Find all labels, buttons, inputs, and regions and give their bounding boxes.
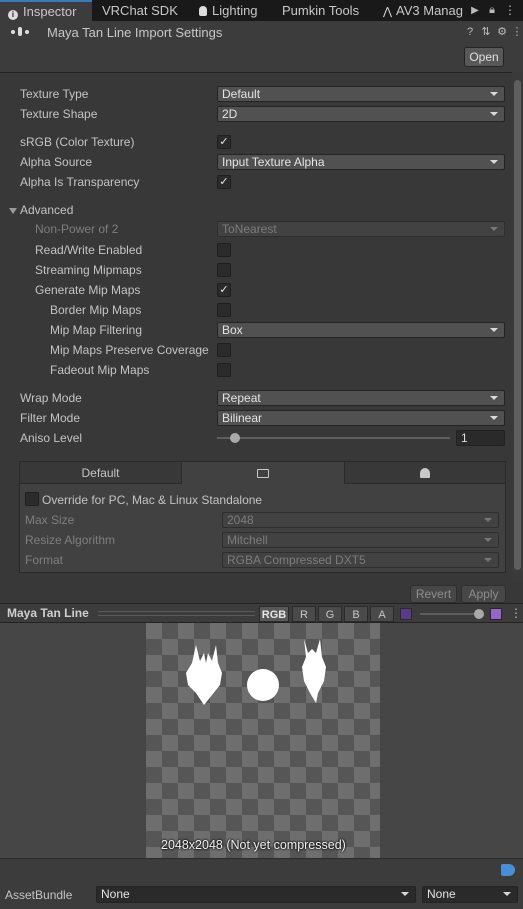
mipmap-filtering-dropdown[interactable]: Box	[217, 322, 505, 338]
mip-level-slider-track[interactable]	[420, 613, 482, 615]
generate-mipmaps-label: Generate Mip Maps	[35, 283, 141, 297]
platform-settings-panel: Default Override for PC, Mac & Linux Sta…	[19, 461, 506, 573]
resize-algorithm-dropdown: Mitchell	[222, 532, 499, 548]
format-dropdown: RGBA Compressed DXT5	[222, 552, 499, 568]
channel-b-button[interactable]: B	[344, 606, 368, 622]
srgb-checkbox[interactable]: ✓	[217, 135, 231, 149]
tabs-scroll-right-icon[interactable]: ▶	[468, 0, 482, 21]
advanced-foldout-label[interactable]: Advanced	[20, 203, 73, 217]
preset-icon[interactable]: ⇅	[480, 26, 492, 38]
apply-button[interactable]: Apply	[461, 585, 506, 603]
alpha-source-label: Alpha Source	[20, 155, 93, 169]
streaming-mipmaps-label: Streaming Mipmaps	[35, 263, 142, 277]
max-size-label: Max Size	[25, 513, 75, 527]
srgb-label: sRGB (Color Texture)	[20, 135, 135, 149]
texture-type-label: Texture Type	[20, 87, 89, 101]
help-icon[interactable]: ?	[464, 26, 476, 38]
preserve-coverage-label: Mip Maps Preserve Coverage	[50, 343, 209, 357]
aniso-level-slider-track[interactable]	[217, 437, 450, 439]
texture-preview-checkerboard: 2048x2048 (Not yet compressed)	[146, 623, 380, 858]
generate-mipmaps-checkbox[interactable]: ✓	[217, 283, 231, 297]
border-mipmaps-label: Border Mip Maps	[50, 303, 142, 317]
alpha-transparency-label: Alpha Is Transparency	[20, 175, 140, 189]
wrap-mode-dropdown[interactable]: Repeat	[217, 390, 505, 406]
fadeout-mipmaps-label: Fadeout Mip Maps	[50, 363, 150, 377]
assetbundle-bar: AssetBundle None None	[0, 858, 523, 909]
border-mipmaps-checkbox[interactable]	[217, 303, 231, 317]
texture-shape-label: Texture Shape	[20, 107, 98, 121]
aniso-level-label: Aniso Level	[20, 431, 83, 445]
streaming-mipmaps-checkbox[interactable]	[217, 263, 231, 277]
info-icon: i	[8, 10, 18, 20]
inspector-header: Maya Tan Line Import Settings ? ⇅ ⚙ ⋮ Op…	[0, 21, 523, 73]
page-title: Maya Tan Line Import Settings	[47, 25, 223, 40]
tab-inspector[interactable]: i Inspector	[0, 0, 92, 21]
preview-toolbar: Maya Tan Line RGB R G B A ⋮	[0, 603, 523, 623]
tab-vrchat-sdk[interactable]: VRChat SDK	[102, 0, 190, 21]
assetbundle-variant-dropdown[interactable]: None	[422, 886, 518, 903]
filter-mode-label: Filter Mode	[20, 411, 81, 425]
android-icon	[420, 468, 430, 478]
monitor-icon	[257, 469, 269, 478]
preserve-coverage-checkbox[interactable]	[217, 343, 231, 357]
alpha-source-dropdown[interactable]: Input Texture Alpha	[217, 154, 505, 170]
non-power-of-2-dropdown: ToNearest	[217, 221, 505, 237]
inspector-scrollbar[interactable]	[512, 72, 523, 582]
tab-platform-standalone[interactable]	[182, 462, 345, 484]
revert-button[interactable]: Revert	[410, 585, 457, 603]
read-write-checkbox[interactable]	[217, 243, 231, 257]
preview-title: Maya Tan Line	[7, 606, 89, 620]
tab-platform-default[interactable]: Default	[20, 462, 182, 484]
non-power-of-2-label: Non-Power of 2	[35, 222, 119, 236]
scrollbar-thumb[interactable]	[514, 80, 521, 570]
override-standalone-checkbox[interactable]	[25, 492, 39, 506]
alpha-transparency-checkbox[interactable]: ✓	[217, 175, 231, 189]
window-tab-bar: i Inspector VRChat SDK Lighting Pumkin To…	[0, 0, 523, 21]
override-standalone-label: Override for PC, Mac & Linux Standalone	[42, 493, 263, 507]
max-size-dropdown: 2048	[222, 512, 499, 528]
preview-menu-icon[interactable]: ⋮	[510, 606, 522, 620]
bulb-icon	[199, 6, 207, 16]
texture-preview: 2048x2048 (Not yet compressed)	[0, 623, 523, 858]
assetbundle-label: AssetBundle	[5, 888, 73, 902]
aniso-level-input[interactable]: 1	[456, 430, 505, 446]
aniso-level-slider-thumb[interactable]	[230, 433, 240, 443]
more-options-icon[interactable]: ⋮	[511, 26, 523, 38]
asset-type-icon	[11, 27, 35, 37]
channel-g-button[interactable]: G	[318, 606, 342, 622]
channel-rgb-button[interactable]: RGB	[259, 606, 289, 622]
format-label: Format	[25, 553, 64, 567]
wrap-mode-label: Wrap Mode	[20, 391, 82, 405]
filter-mode-dropdown[interactable]: Bilinear	[217, 410, 505, 426]
tab-platform-android[interactable]	[345, 462, 505, 484]
texture-shapes-image	[186, 639, 326, 705]
advanced-foldout-arrow-icon[interactable]	[9, 208, 17, 214]
window-menu-icon[interactable]: ⋮	[503, 0, 517, 21]
resize-algorithm-label: Resize Algorithm	[25, 533, 116, 547]
fadeout-mipmaps-checkbox[interactable]	[217, 363, 231, 377]
channel-a-button[interactable]: A	[370, 606, 394, 622]
mip-large-icon	[490, 608, 502, 620]
tab-lighting[interactable]: Lighting	[196, 0, 274, 21]
mip-small-icon	[400, 608, 412, 620]
texture-type-dropdown[interactable]: Default	[217, 86, 505, 102]
channel-r-button[interactable]: R	[292, 606, 316, 622]
gear-icon[interactable]: ⚙	[496, 26, 508, 38]
tag-icon[interactable]	[501, 864, 515, 876]
preview-info-label: 2048x2048 (Not yet compressed)	[161, 838, 346, 852]
av3-icon: ⋀	[383, 6, 393, 18]
read-write-label: Read/Write Enabled	[35, 243, 143, 257]
tab-av3-manager[interactable]: ⋀ AV3 Manag	[383, 0, 465, 21]
preview-drag-handle[interactable]	[98, 611, 255, 616]
assetbundle-name-dropdown[interactable]: None	[96, 886, 416, 903]
mip-level-slider-thumb[interactable]	[474, 609, 484, 619]
texture-shape-dropdown[interactable]: 2D	[217, 106, 505, 122]
open-button[interactable]: Open	[464, 47, 504, 67]
mipmap-filtering-label: Mip Map Filtering	[50, 323, 143, 337]
lock-icon[interactable]: 🔒︎	[485, 0, 499, 21]
tab-pumkin-tools[interactable]: Pumkin Tools	[282, 0, 362, 21]
